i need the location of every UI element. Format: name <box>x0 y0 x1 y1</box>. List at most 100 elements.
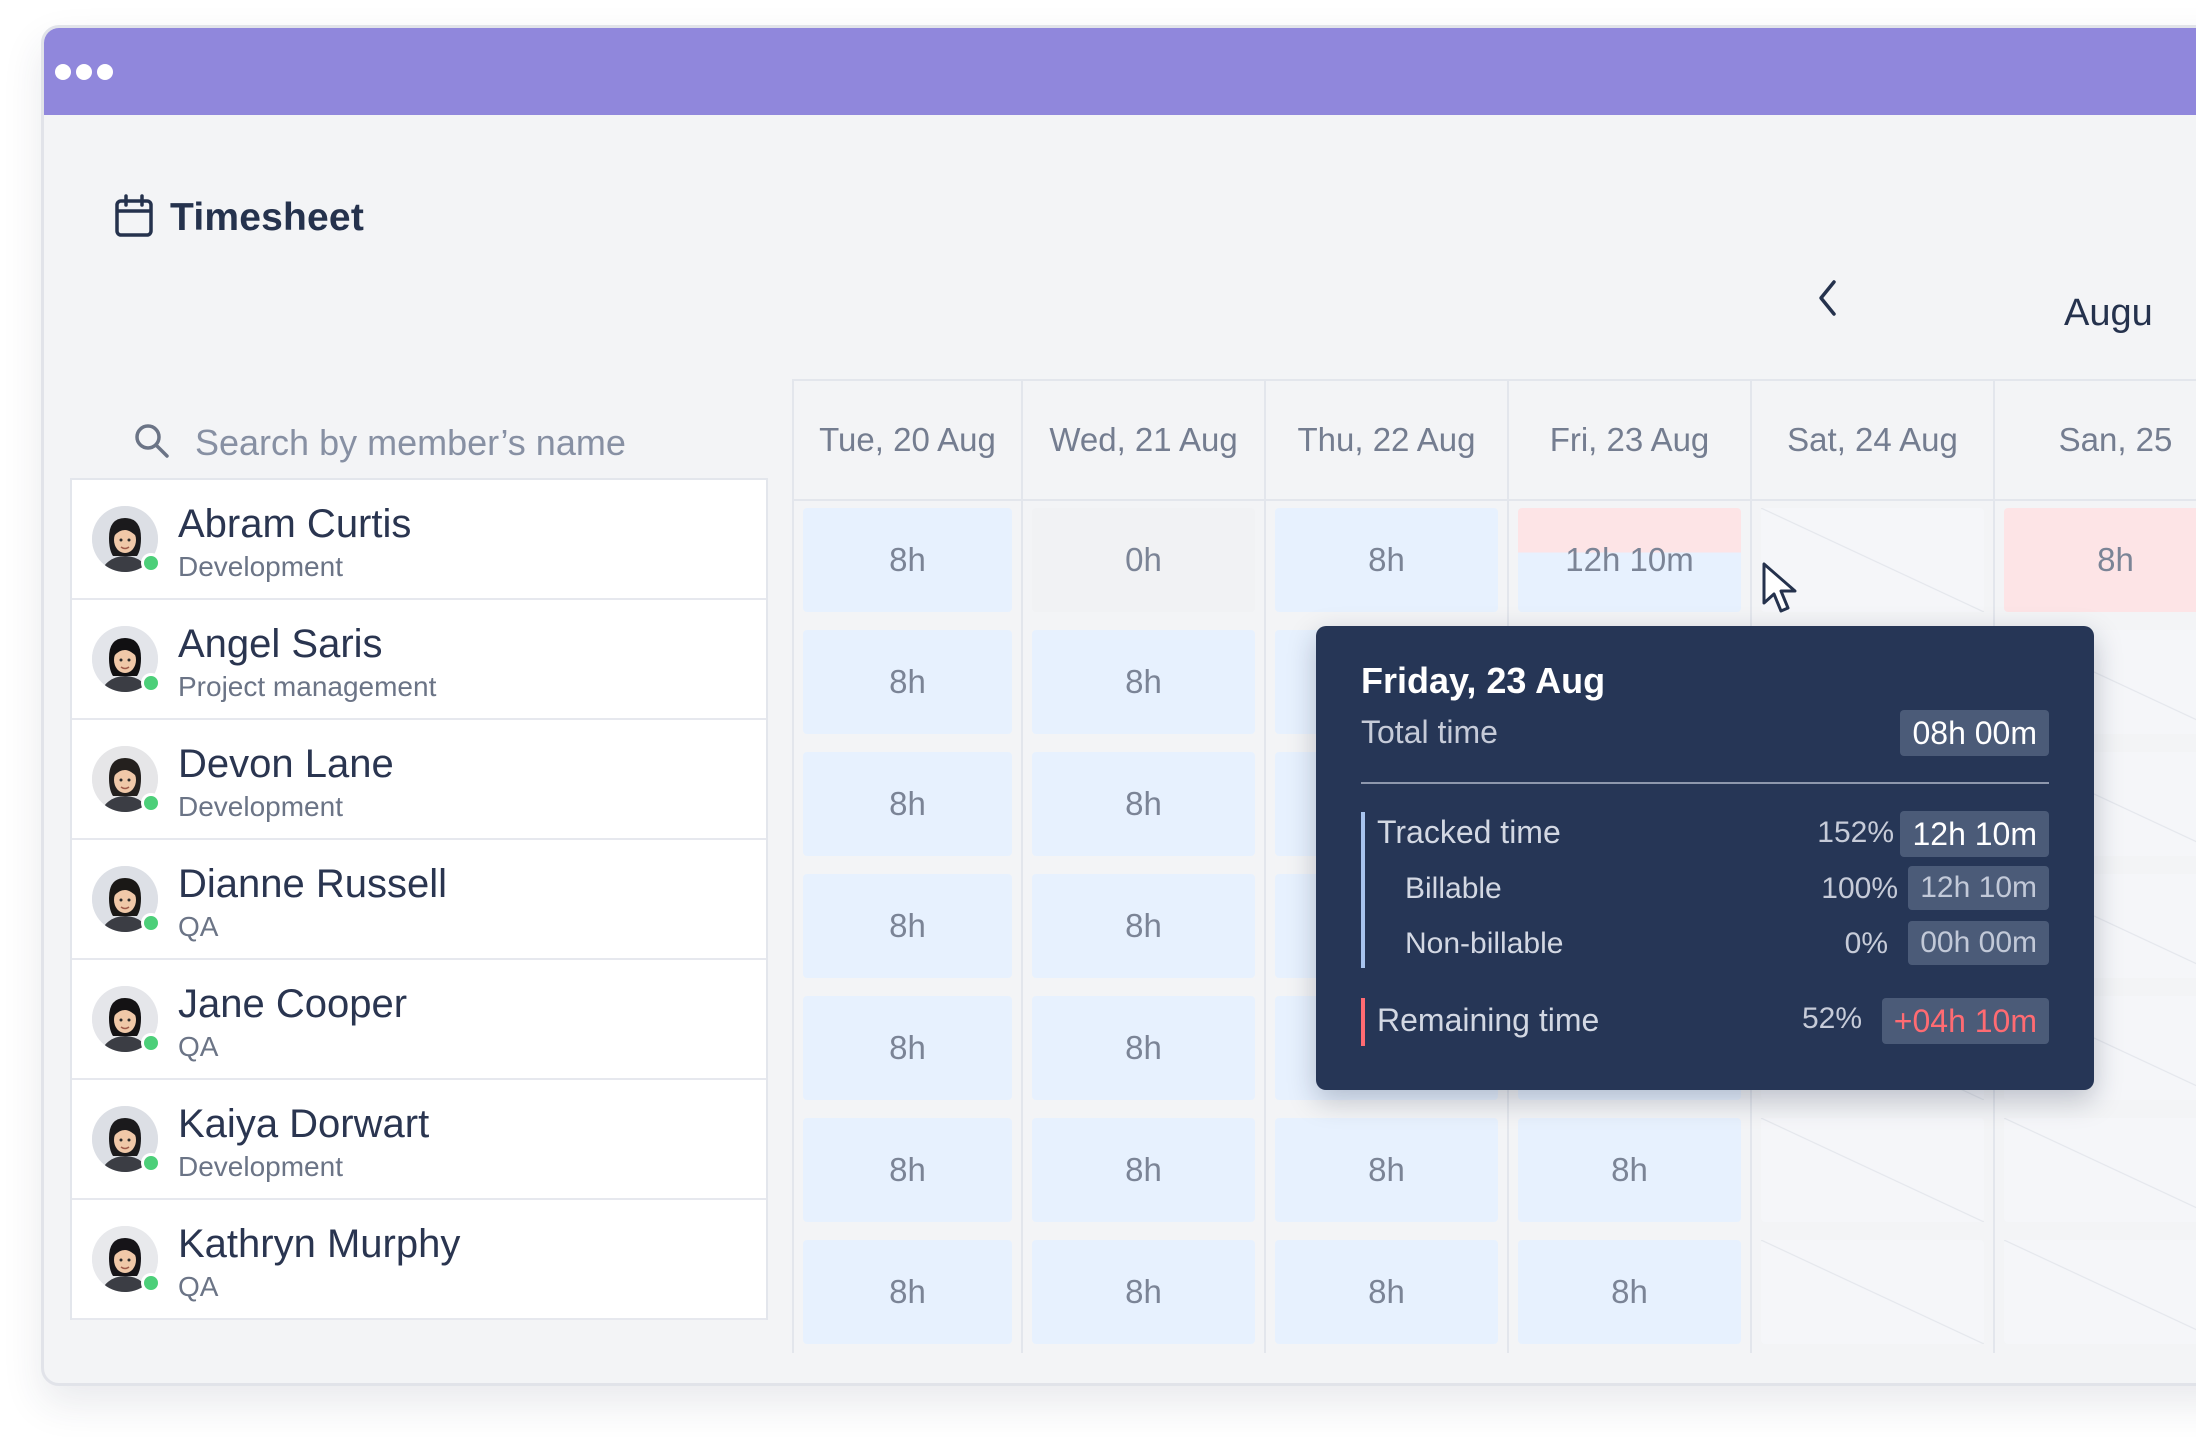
time-entry-chip[interactable]: 8h <box>1275 508 1498 612</box>
weekend-cell <box>1761 1118 1984 1222</box>
day-cell: 8h <box>792 499 1021 621</box>
time-entry-chip[interactable]: 8h <box>1032 752 1255 856</box>
online-status-indicator <box>141 1273 161 1293</box>
time-entry-chip[interactable]: 8h <box>803 1240 1012 1344</box>
billable-label: Billable <box>1405 872 1502 905</box>
member-row[interactable]: Jane Cooper QA <box>72 960 766 1080</box>
time-entry-chip[interactable]: 8h <box>1275 1240 1498 1344</box>
previous-period-button[interactable] <box>1800 272 1856 328</box>
day-cell: 8h <box>1507 1231 1750 1353</box>
time-entry-chip[interactable]: 8h <box>803 1118 1012 1222</box>
window-control-dot[interactable] <box>97 64 113 80</box>
day-cell: 8h <box>792 987 1021 1109</box>
member-info: Abram Curtis Development <box>178 498 411 584</box>
non-billable-label: Non-billable <box>1405 927 1564 960</box>
avatar <box>92 1106 161 1196</box>
day-cell: 8h <box>1993 499 2196 621</box>
time-entry-chip[interactable]: 8h <box>2004 508 2196 612</box>
window-control-dot[interactable] <box>76 64 92 80</box>
time-entry-chip[interactable]: 8h <box>803 996 1012 1100</box>
member-row[interactable]: Abram Curtis Development <box>72 480 766 600</box>
avatar <box>92 1226 161 1316</box>
time-entry-chip[interactable]: 8h <box>803 752 1012 856</box>
member-role: QA <box>178 1271 219 1302</box>
time-entry-chip[interactable]: 8h <box>1032 1118 1255 1222</box>
window-control-dot[interactable] <box>55 64 71 80</box>
member-name: Angel Saris <box>178 622 383 666</box>
member-role: Project management <box>178 671 437 702</box>
day-cell: 8h <box>1021 621 1264 743</box>
member-row[interactable]: Kaiya Dorwart Development <box>72 1080 766 1200</box>
total-time-value: 08h 00m <box>1900 710 2049 756</box>
day-cell <box>1993 1109 2196 1231</box>
day-cell: 8h <box>1021 1109 1264 1231</box>
member-role: QA <box>178 1031 219 1062</box>
time-entry-chip[interactable]: 8h <box>803 630 1012 734</box>
time-entry-chip[interactable]: 8h <box>1518 1118 1741 1222</box>
search-icon <box>133 422 171 465</box>
day-cell: 8h <box>792 865 1021 987</box>
day-cell: 8h <box>792 743 1021 865</box>
online-status-indicator <box>141 1153 161 1173</box>
online-status-indicator <box>141 553 161 573</box>
day-cell: 8h <box>1264 499 1507 621</box>
time-entry-chip[interactable]: 8h <box>1032 996 1255 1100</box>
online-status-indicator <box>141 1033 161 1053</box>
member-info: Jane Cooper QA <box>178 978 407 1064</box>
time-entry-chip[interactable]: 8h <box>803 508 1012 612</box>
day-cell: 8h <box>1264 1109 1507 1231</box>
member-row[interactable]: Dianne Russell QA <box>72 840 766 960</box>
weekend-cell <box>2004 1240 2196 1344</box>
member-info: Dianne Russell QA <box>178 858 447 944</box>
avatar <box>92 986 161 1076</box>
day-cell: 8h <box>1264 1231 1507 1353</box>
time-entry-chip[interactable]: 8h <box>1032 1240 1255 1344</box>
time-entry-chip[interactable]: 8h <box>1275 1118 1498 1222</box>
day-cell: 8h <box>1021 987 1264 1109</box>
day-cell: 8h <box>1021 865 1264 987</box>
time-entry-chip[interactable]: 8h <box>1032 874 1255 978</box>
day-cell <box>1993 1231 2196 1353</box>
avatar <box>92 626 161 716</box>
page-title-text: Timesheet <box>170 196 365 239</box>
member-row[interactable]: Angel Saris Project management <box>72 600 766 720</box>
member-info: Angel Saris Project management <box>178 618 436 704</box>
member-name: Kaiya Dorwart <box>178 1102 430 1146</box>
day-header: Wed, 21 Aug <box>1021 381 1264 499</box>
time-entry-chip[interactable]: 12h 10m <box>1518 508 1741 612</box>
timesheet-row: 8h8h8h8h <box>792 1109 2196 1231</box>
time-entry-chip[interactable]: 8h <box>1032 630 1255 734</box>
member-name: Kathryn Murphy <box>178 1222 461 1266</box>
remaining-time-value: +04h 10m <box>1881 998 2049 1044</box>
member-row[interactable]: Devon Lane Development <box>72 720 766 840</box>
day-cell: 0h <box>1021 499 1264 621</box>
non-billable-percent: 0% <box>1844 927 1888 960</box>
member-role: Development <box>178 791 343 822</box>
tracked-time-value: 12h 10m <box>1900 811 2049 857</box>
time-entry-chip[interactable]: 0h <box>1032 508 1255 612</box>
day-header: Fri, 23 Aug <box>1507 381 1750 499</box>
time-entry-chip[interactable]: 8h <box>1518 1240 1741 1344</box>
day-header: Tue, 20 Aug <box>792 381 1021 499</box>
member-info: Kaiya Dorwart Development <box>178 1098 429 1184</box>
online-status-indicator <box>141 913 161 933</box>
tracked-time-bar <box>1361 812 1365 968</box>
member-name: Abram Curtis <box>178 502 412 546</box>
non-billable-value: 00h 00m <box>1908 921 2049 965</box>
online-status-indicator <box>141 673 161 693</box>
member-name: Devon Lane <box>178 742 394 786</box>
day-header: Sat, 24 Aug <box>1750 381 1993 499</box>
calendar-icon <box>114 193 154 243</box>
time-entry-chip[interactable]: 8h <box>803 874 1012 978</box>
search-input[interactable] <box>193 421 797 465</box>
month-label[interactable]: Augu <box>2064 292 2153 335</box>
member-role: Development <box>178 551 343 582</box>
day-cell: 8h <box>792 621 1021 743</box>
member-info: Devon Lane Development <box>178 738 394 824</box>
avatar <box>92 746 161 836</box>
billable-value: 12h 10m <box>1908 866 2049 910</box>
member-row[interactable]: Kathryn Murphy QA <box>72 1200 766 1320</box>
tooltip-date: Friday, 23 Aug <box>1361 660 1606 701</box>
tooltip-divider <box>1361 782 2049 784</box>
day-summary-tooltip: Friday, 23 Aug Total time 08h 00m Tracke… <box>1316 626 2094 1090</box>
